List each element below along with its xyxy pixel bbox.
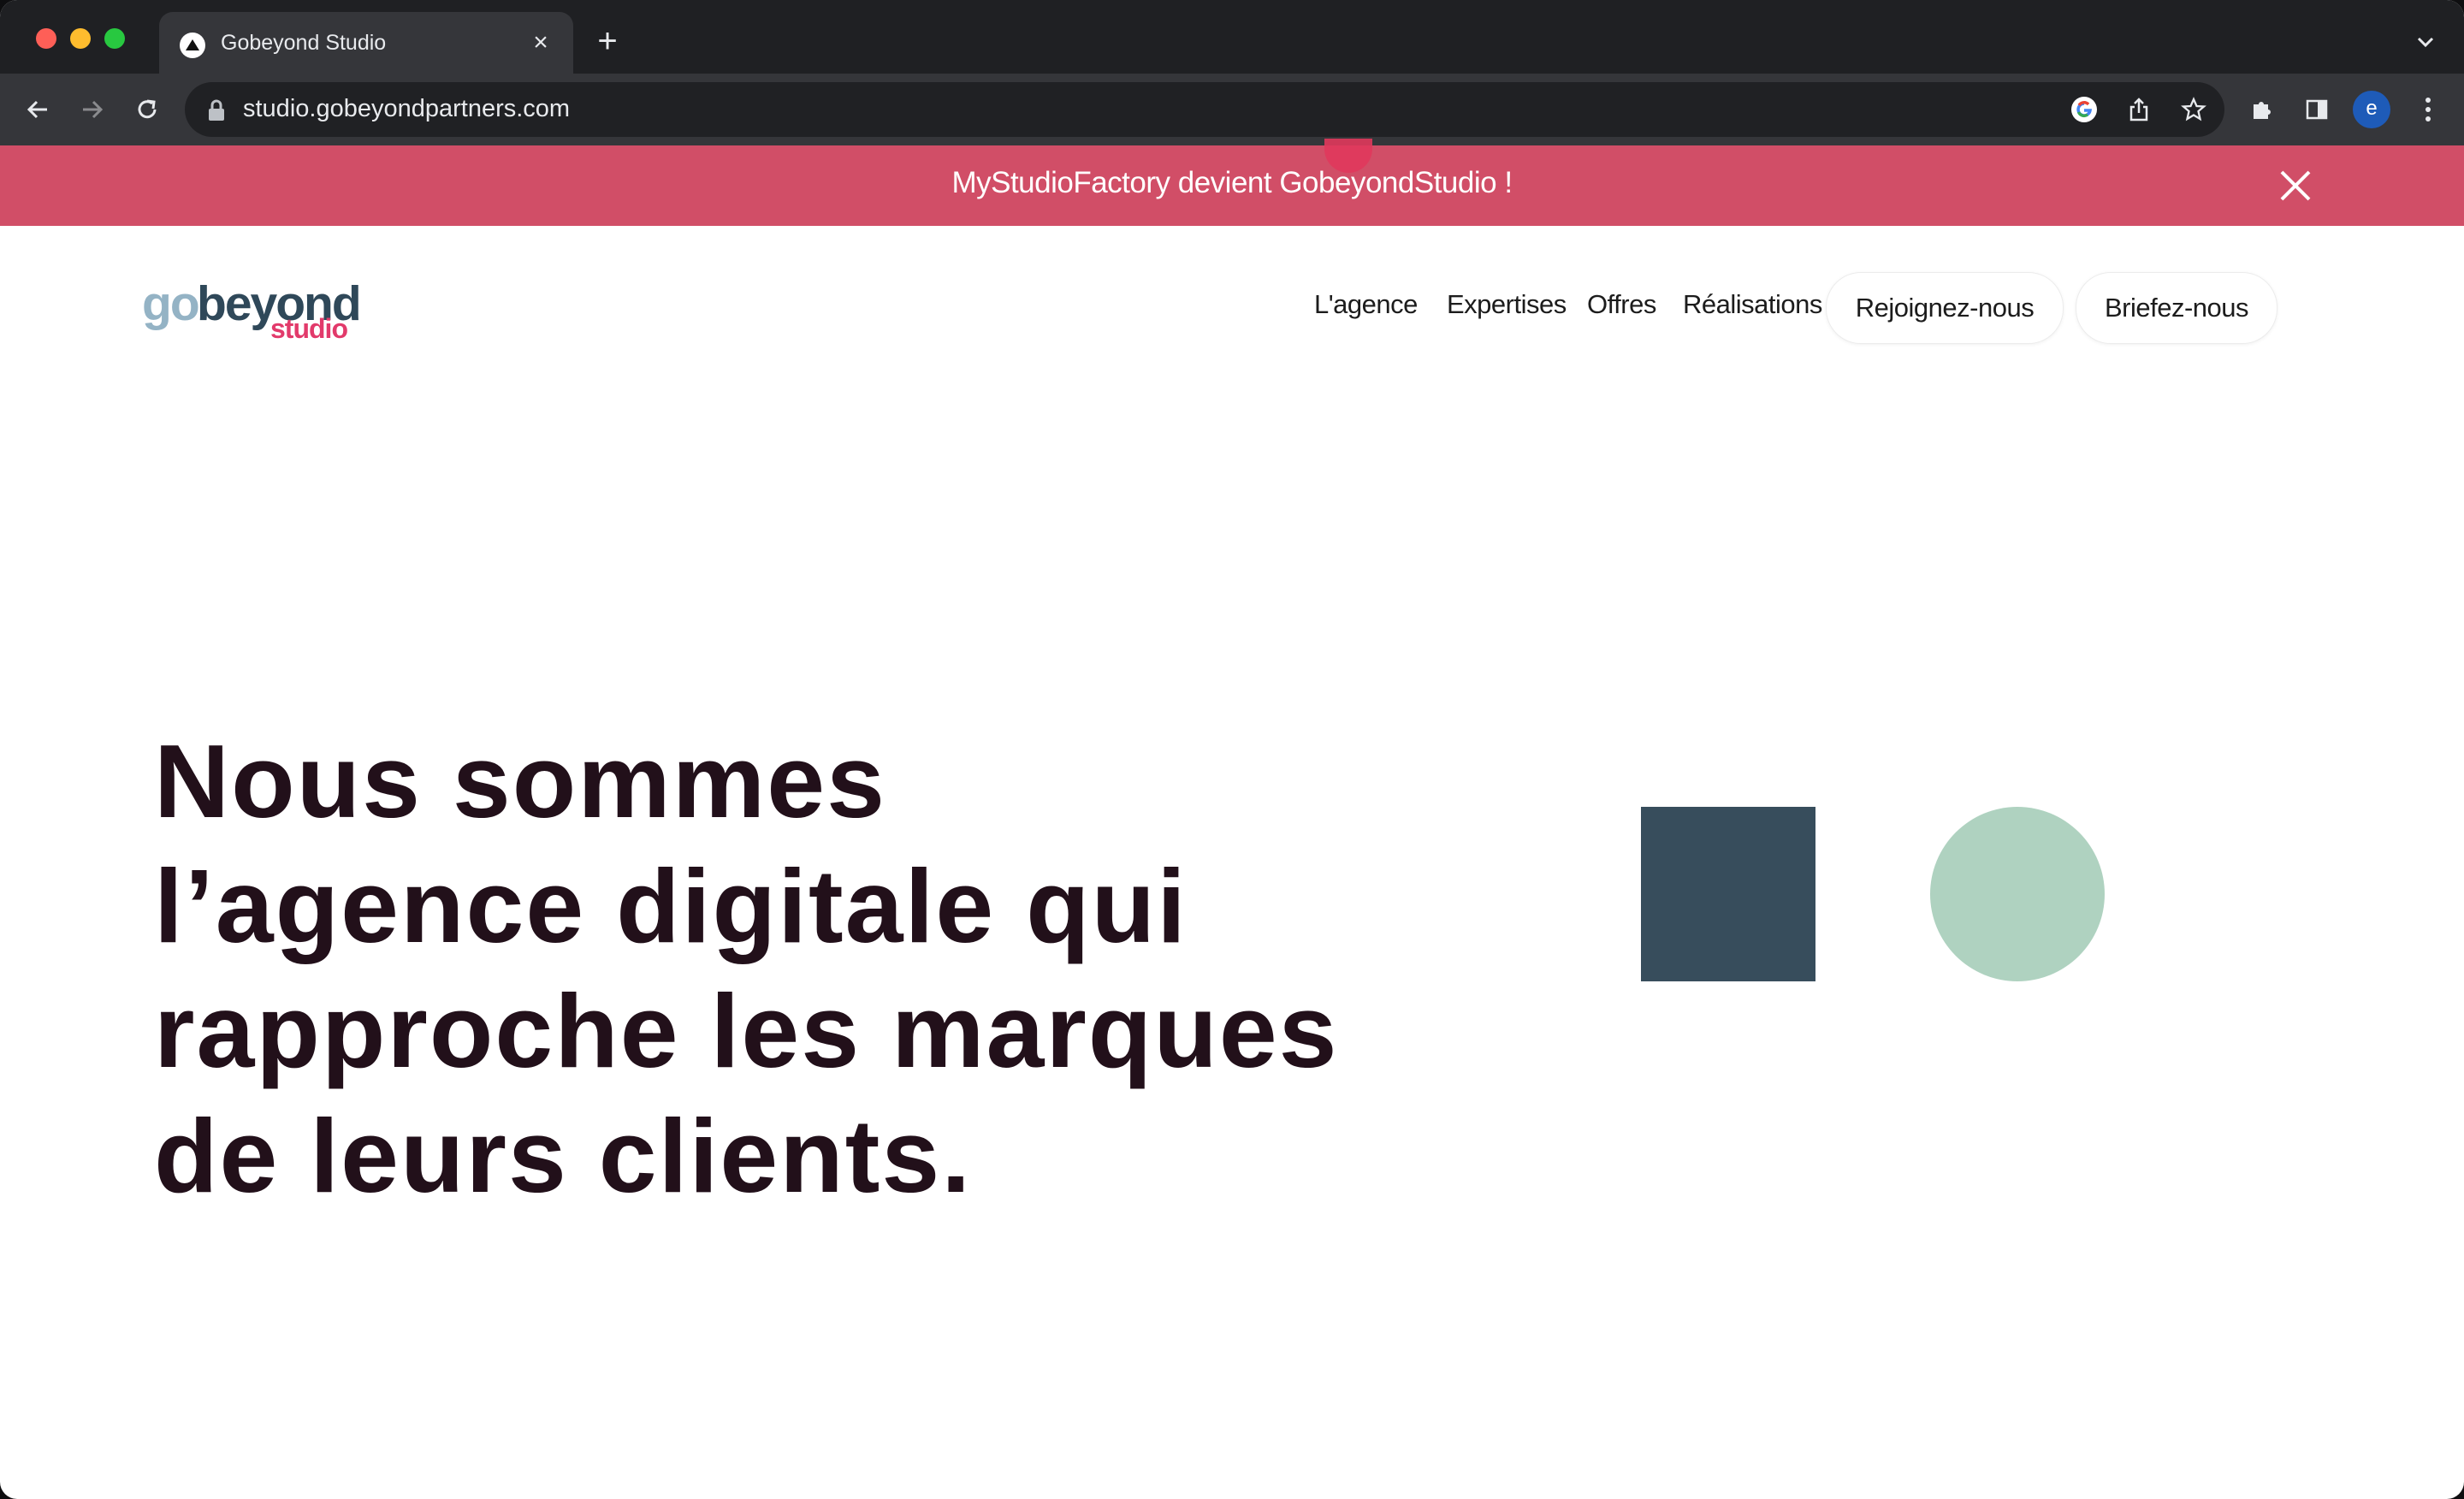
tab-close-icon[interactable]: × [525, 27, 556, 58]
site-logo[interactable]: go beyond studio [142, 276, 364, 344]
tab-search-chevron-icon[interactable] [2413, 29, 2438, 55]
decorative-square [1641, 807, 1815, 981]
nav-link-offres[interactable]: Offres [1587, 289, 1656, 320]
google-g-icon [2071, 97, 2097, 122]
side-panel-icon[interactable] [2298, 91, 2336, 128]
nav-link-expertises[interactable]: Expertises [1447, 289, 1567, 320]
favicon-icon [180, 33, 205, 58]
forward-button[interactable] [74, 91, 111, 128]
google-lens-icon[interactable] [2067, 92, 2101, 127]
back-button[interactable] [19, 91, 56, 128]
announcement-banner: MyStudioFactory devient GobeyondStudio ! [0, 145, 2464, 226]
tab-title: Gobeyond Studio [221, 31, 387, 55]
nav-link-agence[interactable]: L'agence [1314, 289, 1418, 320]
lock-icon [209, 99, 224, 121]
browser-window: Gobeyond Studio × + studio.gobeyondpartn… [0, 0, 2464, 1499]
hero-heading: Nous sommes l’agence digitale qui rappro… [154, 719, 1352, 1218]
logo-go: go [142, 276, 200, 331]
brief-us-button[interactable]: Briefez-nous [2076, 272, 2277, 344]
hero-line: de leurs clients. [154, 1098, 973, 1214]
tab-strip: Gobeyond Studio × + [0, 0, 2464, 74]
extensions-icon[interactable] [2243, 91, 2281, 128]
back-arrow-icon [27, 100, 47, 119]
close-window-button[interactable] [36, 28, 56, 49]
active-tab[interactable]: Gobeyond Studio × [159, 12, 573, 74]
share-glyph-icon [2129, 98, 2148, 121]
puzzle-icon [2254, 102, 2271, 119]
kebab-icon [2426, 98, 2431, 121]
minimize-window-button[interactable] [70, 28, 91, 49]
nav-link-realisations[interactable]: Réalisations [1683, 289, 1822, 320]
share-icon[interactable] [2122, 92, 2156, 127]
hero-line: Nous sommes [154, 723, 886, 839]
forward-arrow-icon [83, 100, 104, 119]
hero-line: l’agence digitale qui [154, 848, 1188, 964]
announcement-text: MyStudioFactory devient GobeyondStudio ! [951, 166, 1513, 199]
address-bar[interactable]: studio.gobeyondpartners.com [185, 82, 2224, 137]
star-icon [2181, 97, 2206, 121]
logo-studio: studio [270, 313, 348, 344]
banner-close-icon[interactable] [2277, 168, 2313, 204]
profile-avatar[interactable]: e [2353, 91, 2390, 128]
url-text: studio.gobeyondpartners.com [243, 95, 571, 122]
browser-menu-icon[interactable] [2409, 91, 2447, 128]
maximize-window-button[interactable] [104, 28, 125, 49]
bookmark-star-icon[interactable] [2177, 92, 2211, 127]
reload-button[interactable] [128, 91, 166, 128]
browser-toolbar: studio.gobeyondpartners.com e [0, 74, 2464, 145]
join-us-button[interactable]: Rejoignez-nous [1826, 272, 2064, 344]
new-tab-button[interactable]: + [590, 24, 625, 58]
panel-glyph-icon [2306, 99, 2328, 120]
decorative-circle [1930, 807, 2105, 981]
reload-icon [138, 99, 157, 119]
hero-line: rapproche les marques [154, 973, 1339, 1089]
